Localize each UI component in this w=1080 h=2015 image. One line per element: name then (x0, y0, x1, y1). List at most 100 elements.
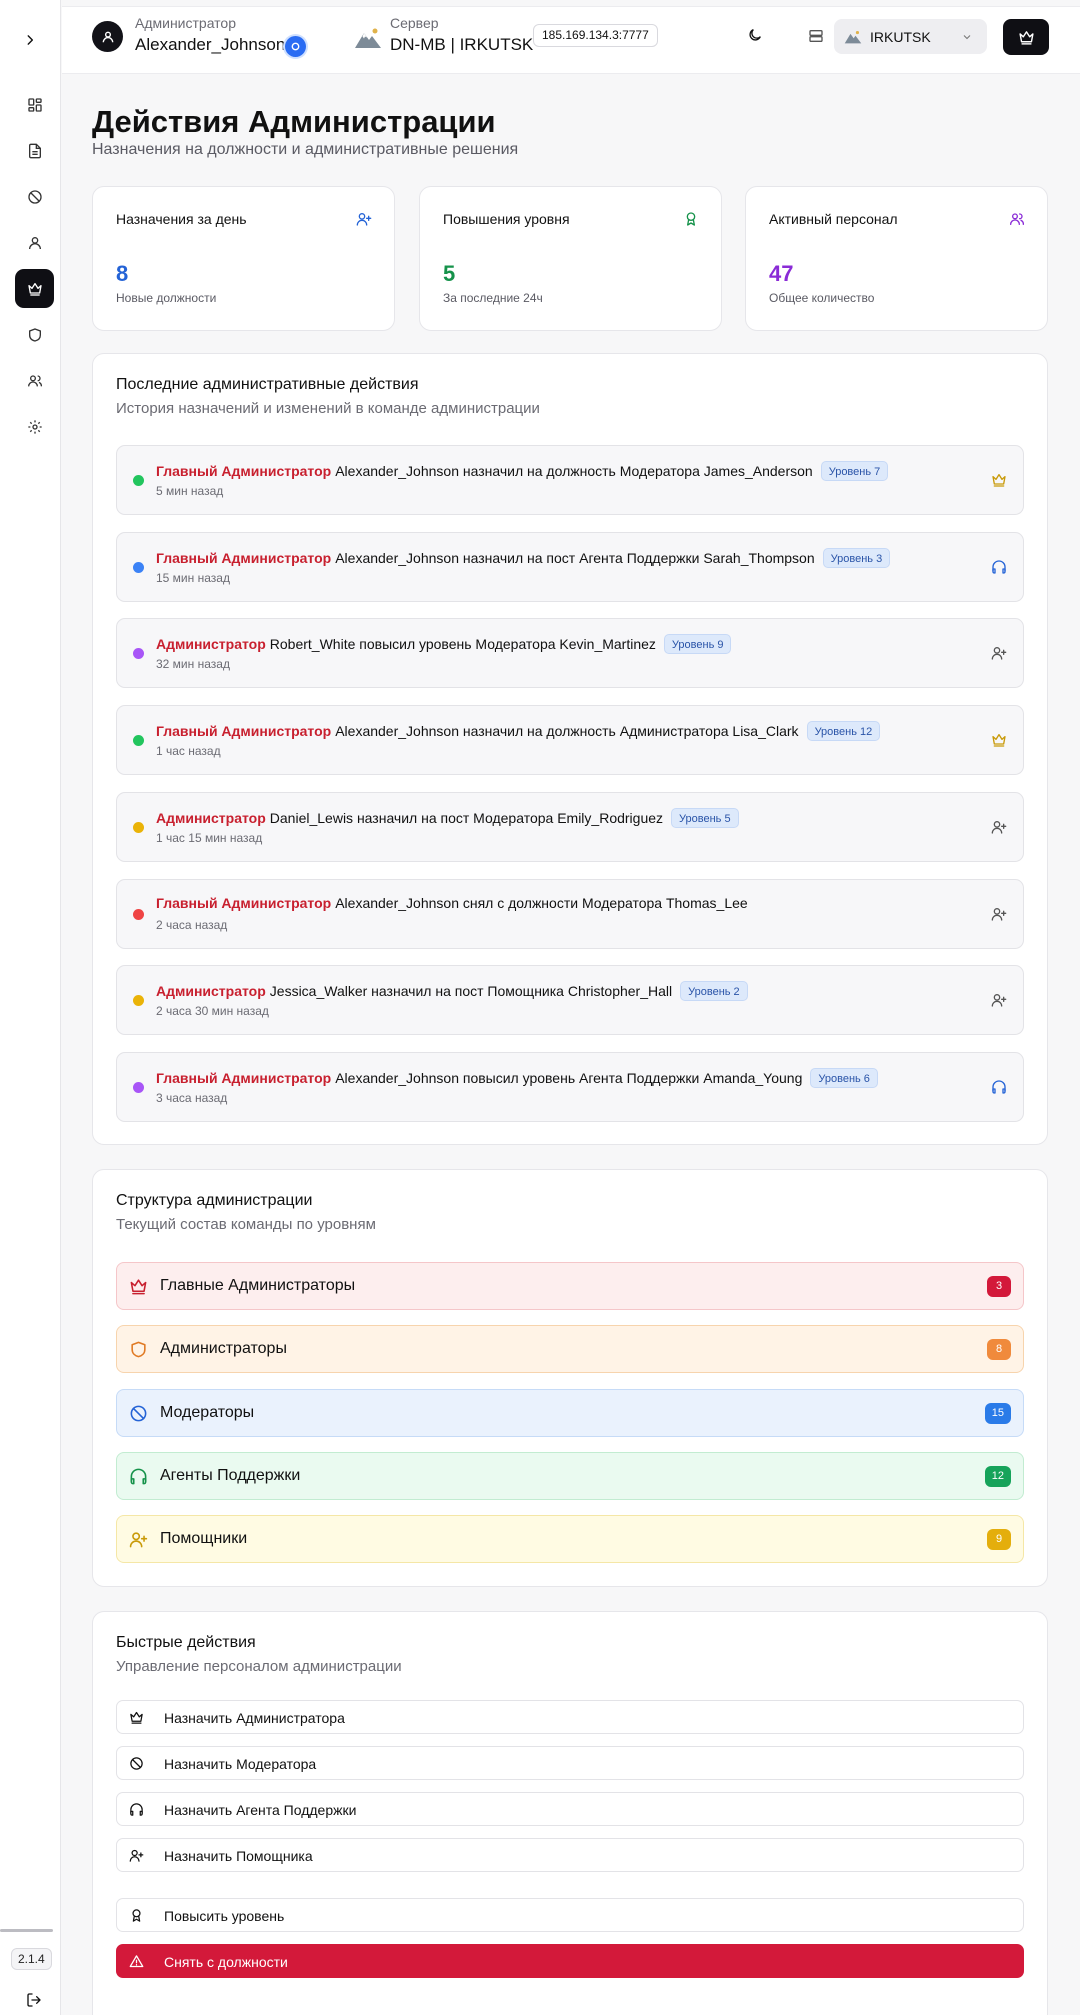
action-type-icon (991, 992, 1007, 1008)
crown-icon (1018, 30, 1034, 45)
avatar[interactable] (92, 21, 123, 52)
crown-icon (130, 1711, 143, 1724)
quick-action-label: Назначить Администратора (164, 1710, 345, 1726)
action-text: Alexander_Johnson снял с должности Модер… (335, 894, 748, 911)
crown-icon (130, 1279, 147, 1295)
quick-action-label: Назначить Помощника (164, 1848, 313, 1864)
quick-action-button[interactable]: Назначить Помощника (116, 1838, 1024, 1872)
crown-icon (992, 474, 1006, 487)
action-description: Главный Администратор Alexander_Johnson н… (156, 461, 889, 481)
user-plus-icon (991, 907, 1007, 921)
action-type-icon (991, 906, 1007, 922)
action-time: 1 час 15 мин назад (156, 830, 263, 845)
tier-row[interactable]: Помощники 9 (116, 1515, 1024, 1564)
quick-action-button[interactable]: Назначить Агента Поддержки (116, 1792, 1024, 1826)
tier-row[interactable]: Администраторы 8 (116, 1325, 1024, 1374)
server-select-value: IRKUTSK (870, 28, 931, 45)
user-plus-icon (129, 1849, 144, 1862)
action-list-item[interactable]: Главный Администратор Alexander_Johnson п… (116, 1051, 1024, 1122)
action-actor-role: Администратор (156, 983, 266, 1000)
tier-label: Модераторы (160, 1403, 255, 1421)
sidebar-item-bans[interactable] (15, 177, 54, 216)
dashboard-icon (27, 97, 42, 112)
quick-action-icon (129, 1802, 144, 1817)
action-type-icon (991, 819, 1007, 835)
quick-action-label: Назначить Агента Поддержки (164, 1802, 357, 1818)
stat-icon (683, 211, 699, 227)
quick-action-button[interactable]: Повысить уровень (116, 1898, 1024, 1932)
stat-subtitle: Общее количество (769, 291, 875, 305)
action-description: Главный Администратор Alexander_Johnson п… (156, 1067, 878, 1088)
action-list-item[interactable]: Администратор Daniel_Lewis назначил на по… (116, 791, 1024, 862)
quick-action-icon (129, 1954, 144, 1969)
stat-value: 47 (769, 261, 794, 286)
sidebar-item-settings[interactable] (15, 407, 54, 446)
tier-row[interactable]: Модераторы 15 (116, 1388, 1024, 1437)
action-list-item[interactable]: Главный Администратор Alexander_Johnson н… (116, 705, 1024, 776)
tier-count-badge: 9 (987, 1529, 1011, 1551)
status-dot (133, 1081, 144, 1093)
stat-icon (356, 211, 372, 227)
stat-card: Активный персонал 47 Общее количество (745, 186, 1048, 331)
moon-icon (749, 29, 761, 41)
quick-action-button[interactable]: Назначить Модератора (116, 1746, 1024, 1780)
award-icon (132, 1909, 141, 1922)
quick-action-button[interactable]: Назначить Администратора (116, 1700, 1024, 1734)
sidebar: 2.1.4 (0, 0, 61, 2015)
action-list-item[interactable]: Администратор Robert_White повысил уровен… (116, 618, 1024, 689)
tier-label: Главные Администраторы (160, 1277, 356, 1294)
user-plus-icon (991, 820, 1007, 834)
stat-card: Повышения уровня 5 За последние 24ч (419, 186, 722, 331)
sidebar-scroll-indicator (0, 1929, 53, 1932)
stat-title: Активный персонал (769, 211, 898, 227)
action-actor-role: Главный Администратор (156, 723, 332, 740)
chevron-down-icon (963, 35, 971, 40)
server-list-button[interactable] (808, 28, 824, 44)
sidebar-item-documents[interactable] (15, 131, 54, 170)
user-plus-icon (356, 213, 372, 226)
sidebar-item-admin-actions[interactable] (15, 269, 54, 308)
action-description: Главный Администратор Alexander_Johnson с… (156, 895, 748, 911)
server-label: Сервер (390, 15, 439, 31)
tier-label: Администраторы (160, 1340, 287, 1358)
server-select[interactable]: IRKUTSK (834, 19, 987, 54)
username: Alexander_Johnson (135, 35, 286, 54)
tier-count-badge: 15 (984, 1402, 1011, 1424)
admin-crown-button[interactable] (1003, 19, 1049, 55)
stat-value: 5 (443, 261, 456, 286)
award-icon (686, 212, 696, 226)
action-list-item[interactable]: Главный Администратор Alexander_Johnson н… (116, 445, 1024, 515)
ban-icon (130, 1757, 143, 1770)
shield-icon (131, 1341, 146, 1358)
theme-toggle-button[interactable] (747, 27, 763, 43)
tier-label: Агенты Поддержки (160, 1466, 301, 1484)
structure-subtitle: Текущий состав команды по уровням (116, 1216, 376, 1233)
level-badge: Уровень 7 (820, 461, 889, 481)
server-ip-badge[interactable]: 185.169.134.3:7777 (533, 24, 658, 47)
action-actor-role: Администратор (156, 809, 266, 826)
stat-subtitle: За последние 24ч (443, 291, 543, 305)
quick-action-button[interactable]: Снять с должности (116, 1944, 1024, 1978)
quick-action-icon (129, 1908, 144, 1923)
sidebar-item-profile[interactable] (15, 223, 54, 262)
action-description: Администратор Robert_White повысил уровен… (156, 634, 732, 655)
sidebar-toggle-button[interactable] (14, 24, 46, 56)
sidebar-item-users[interactable] (15, 361, 54, 400)
tier-row[interactable]: Агенты Поддержки 12 (116, 1451, 1024, 1500)
action-list-item[interactable]: Главный Администратор Alexander_Johnson с… (116, 878, 1024, 949)
action-actor-role: Главный Администратор (156, 1069, 332, 1086)
action-type-icon (991, 559, 1007, 575)
status-dot (133, 995, 144, 1007)
sidebar-item-security[interactable] (15, 315, 54, 354)
tier-icon (129, 1467, 148, 1486)
tier-row[interactable]: Главные Администраторы 3 (116, 1262, 1024, 1310)
tier-icon (129, 1340, 148, 1359)
action-list-item[interactable]: Администратор Jessica_Walker назначил на … (116, 965, 1024, 1036)
users-icon (27, 374, 42, 386)
action-list-item[interactable]: Главный Администратор Alexander_Johnson н… (116, 531, 1024, 602)
logout-button[interactable] (19, 1988, 49, 2012)
tier-icon (129, 1404, 148, 1423)
sidebar-item-dashboard[interactable] (15, 85, 54, 124)
ban-icon (130, 1405, 147, 1422)
file-text-icon (28, 143, 41, 158)
